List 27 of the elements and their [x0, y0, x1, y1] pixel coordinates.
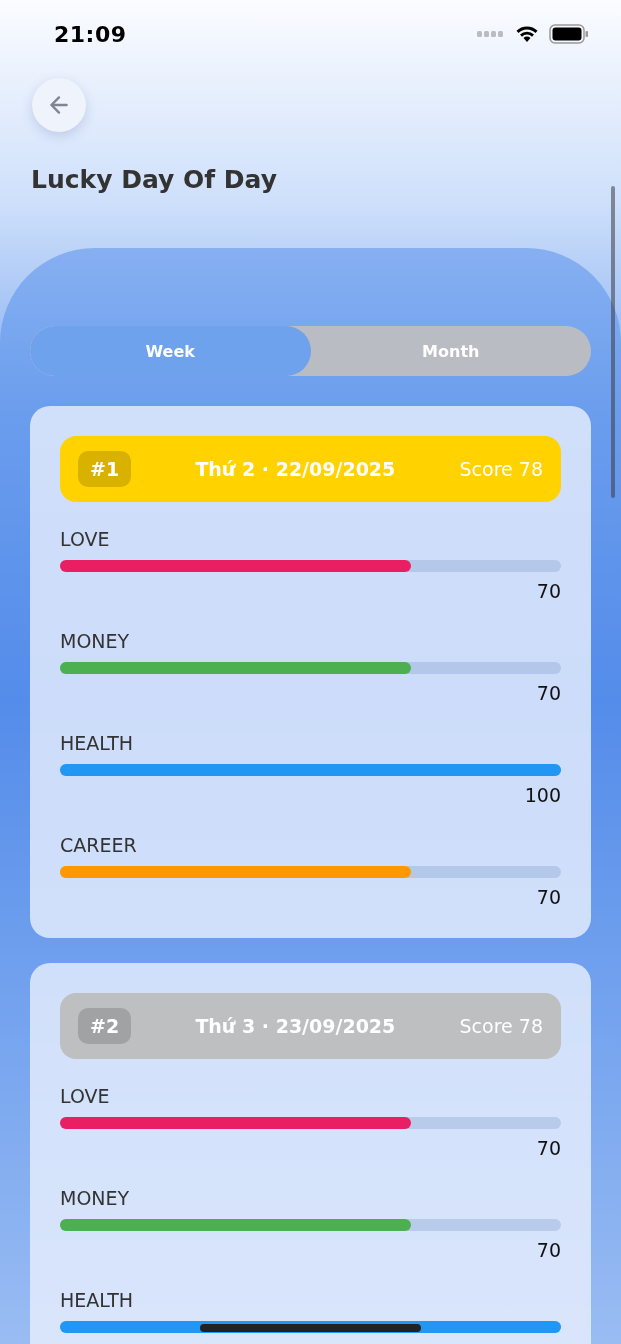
status-time: 21:09 — [54, 21, 127, 47]
metric-value: 70 — [536, 1239, 561, 1261]
day-score: Score 78 — [459, 1015, 543, 1037]
metric-label: LOVE — [60, 528, 111, 550]
rank-badge: #2 — [78, 1008, 132, 1044]
back-button[interactable] — [32, 78, 86, 132]
metric-label: HEALTH — [60, 1289, 135, 1311]
signal-icon — [477, 30, 505, 38]
wifi-icon — [515, 25, 539, 43]
period-tab[interactable]: Month — [310, 326, 591, 376]
day-date: Thứ 3 · 23/09/2025 — [194, 1015, 397, 1037]
day-date: Thứ 2 · 22/09/2025 — [194, 458, 397, 480]
metric-value: 100 — [524, 784, 561, 806]
metric-label: LOVE — [60, 1085, 111, 1107]
metric-label: HEALTH — [60, 732, 135, 754]
period-tab[interactable]: Week — [30, 326, 311, 376]
rank-badge: #1 — [78, 451, 132, 487]
day-score: Score 78 — [459, 458, 543, 480]
metric-label: MONEY — [60, 1187, 131, 1209]
metric-value: 70 — [536, 1137, 561, 1159]
metric-value: 70 — [536, 682, 561, 704]
metric-label: CAREER — [60, 834, 138, 856]
battery-icon — [549, 24, 589, 44]
metric-label: MONEY — [60, 630, 131, 652]
page-title: Lucky Day Of Day — [31, 164, 278, 196]
metric-value: 70 — [536, 886, 561, 908]
metric-value: 70 — [536, 580, 561, 602]
